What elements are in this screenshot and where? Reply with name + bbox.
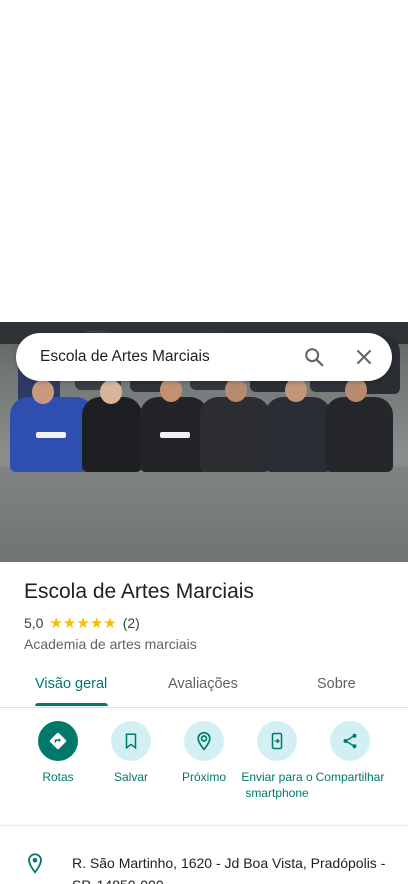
share-icon xyxy=(343,733,357,749)
place-title: Escola de Artes Marciais xyxy=(24,580,254,603)
directions-button[interactable]: Rotas xyxy=(18,720,98,785)
search-input[interactable]: Escola de Artes Marciais xyxy=(40,348,303,366)
share-label: Compartilhar xyxy=(315,770,385,784)
tab-about[interactable]: Sobre xyxy=(317,676,356,692)
nearby-icon xyxy=(197,731,211,751)
star-icon: ★ xyxy=(62,615,77,632)
star-icon: ★ xyxy=(103,615,117,632)
share-button[interactable]: Compartilhar xyxy=(310,720,390,785)
bookmark-icon xyxy=(125,733,137,750)
address-row[interactable]: R. São Martinho, 1620 - Jd Boa Vista, Pr… xyxy=(0,840,408,884)
nearby-label: Próximo xyxy=(181,770,226,784)
star-rating: ★ ★ ★ ★ ★ xyxy=(49,614,116,632)
tab-bar: Visão geral Avaliações Sobre xyxy=(0,666,408,708)
save-label: Salvar xyxy=(113,770,148,784)
tab-overview[interactable]: Visão geral xyxy=(35,676,107,692)
star-icon: ★ xyxy=(49,615,63,632)
review-count[interactable]: (2) xyxy=(123,615,140,631)
tab-reviews[interactable]: Avaliações xyxy=(168,676,238,692)
send-to-phone-button[interactable]: Enviar para o smartphone xyxy=(237,720,317,801)
rating-value: 5,0 xyxy=(24,615,44,631)
directions-label: Rotas xyxy=(42,770,74,784)
send-to-phone-label: Enviar para o smartphone xyxy=(241,770,313,800)
search-icon[interactable] xyxy=(303,346,325,368)
star-icon: ★ xyxy=(76,615,90,632)
location-pin-icon xyxy=(28,853,42,874)
search-bar[interactable]: Escola de Artes Marciais xyxy=(16,333,392,381)
nearby-button[interactable]: Próximo xyxy=(164,720,244,785)
star-icon: ★ xyxy=(89,615,104,632)
send-to-phone-icon xyxy=(271,732,283,750)
close-icon[interactable] xyxy=(355,348,373,366)
directions-icon xyxy=(49,732,67,750)
place-details-screen: Escola de Artes Marciais Escola de Artes… xyxy=(0,0,408,884)
active-tab-indicator xyxy=(35,703,108,706)
rating-row[interactable]: 5,0 ★ ★ ★ ★ ★ (2) xyxy=(24,614,140,632)
place-category: Academia de artes marciais xyxy=(24,636,197,652)
save-button[interactable]: Salvar xyxy=(91,720,171,785)
address-text: R. São Martinho, 1620 - Jd Boa Vista, Pr… xyxy=(72,855,386,884)
action-buttons: Rotas Salvar Próximo Enviar para o smart… xyxy=(0,720,408,826)
